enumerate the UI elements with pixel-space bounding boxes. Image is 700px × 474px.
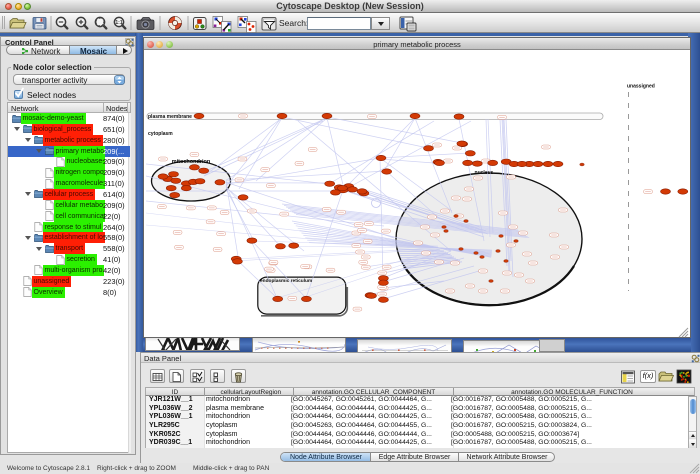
svg-text:unassigned: unassigned	[627, 84, 655, 90]
svg-text:1:1: 1:1	[115, 20, 122, 26]
svg-text:mitochondrion: mitochondrion	[172, 159, 211, 165]
svg-text:endoplasmic reticulum: endoplasmic reticulum	[260, 278, 312, 284]
svg-text:plasma membrane: plasma membrane	[148, 114, 192, 120]
svg-text:cytoplasm: cytoplasm	[148, 131, 173, 137]
svg-text:nucleus: nucleus	[475, 170, 494, 176]
